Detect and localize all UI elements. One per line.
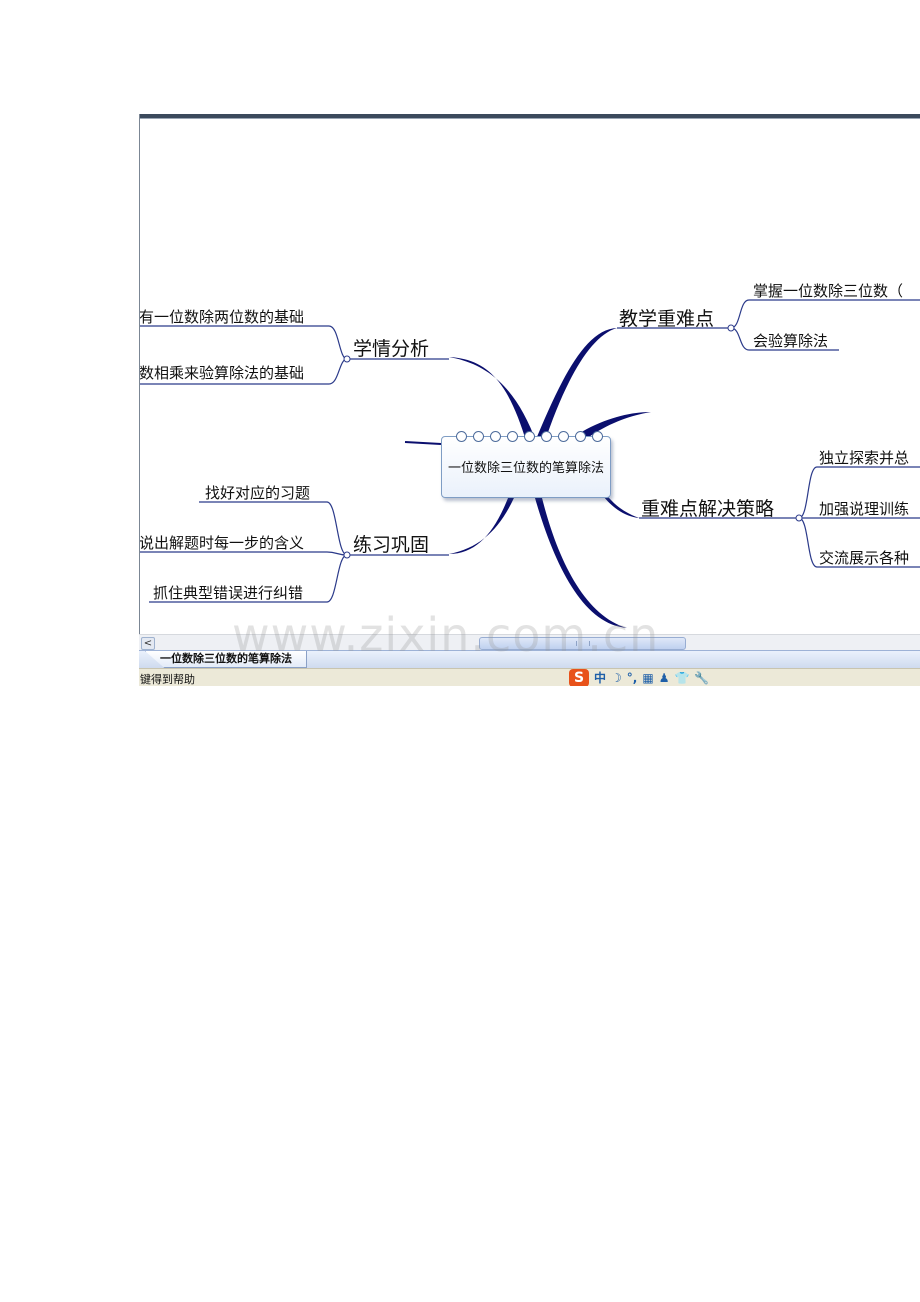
topic-jiaoxue[interactable]: 教学重难点 — [619, 304, 714, 331]
subtopic-xueqing-2[interactable]: 数相乘来验算除法的基础 — [139, 362, 304, 383]
subtopic-jiaoxue-1[interactable]: 掌握一位数除三位数（ — [753, 280, 903, 301]
topic-lianxi[interactable]: 练习巩固 — [353, 530, 429, 557]
status-text: 键得到帮助 — [140, 673, 195, 686]
subtopic-chongnan-3[interactable]: 交流展示各种 — [819, 547, 909, 568]
watermark: www.zixin.com.cn — [232, 608, 660, 662]
ime-mode-label[interactable]: 中 — [594, 669, 606, 686]
topic-xueqing[interactable]: 学情分析 — [353, 334, 429, 361]
central-topic[interactable]: 一位数除三位数的笔算除法 — [441, 431, 611, 498]
subtopic-xueqing-1[interactable]: 有一位数除两位数的基础 — [139, 306, 304, 327]
status-bar: 键得到帮助 S 中 ☽ °, ▦ ♟ 👕 🔧 — [139, 668, 920, 686]
punctuation-icon[interactable]: °, — [627, 669, 638, 686]
branch-extra-left — [404, 441, 442, 445]
shirt-icon[interactable]: 👕 — [674, 669, 689, 686]
mindmap-canvas[interactable]: 一位数除三位数的笔算除法 学情分析 教学重难点 练习巩固 重难点解决策略 有一位… — [139, 114, 920, 634]
keyboard-icon[interactable]: ▦ — [642, 669, 653, 686]
ime-toolbar[interactable]: S 中 ☽ °, ▦ ♟ 👕 🔧 — [569, 669, 709, 686]
branch-extra-bottom — [529, 476, 627, 628]
window-top-border — [139, 114, 920, 119]
moon-icon[interactable]: ☽ — [611, 669, 622, 686]
app-screenshot: 一位数除三位数的笔算除法 学情分析 教学重难点 练习巩固 重难点解决策略 有一位… — [139, 114, 920, 686]
subtopic-lianxi-2[interactable]: 说出解题时每一步的含义 — [139, 532, 304, 553]
subtopic-lianxi-3[interactable]: 抓住典型错误进行纠错 — [153, 582, 303, 603]
user-icon[interactable]: ♟ — [659, 669, 670, 686]
subtopic-jiaoxue-2[interactable]: 会验算除法 — [753, 330, 828, 351]
subtopic-lianxi-1[interactable]: 找好对应的习题 — [205, 482, 310, 503]
scroll-left-arrow-icon[interactable]: < — [141, 637, 155, 650]
wrench-icon[interactable]: 🔧 — [694, 669, 709, 686]
central-topic-label: 一位数除三位数的笔算除法 — [447, 461, 604, 476]
topic-chongnan[interactable]: 重难点解决策略 — [641, 494, 774, 521]
window-left-border — [139, 114, 140, 634]
subtopic-chongnan-1[interactable]: 独立探索并总 — [819, 447, 909, 468]
sogou-logo-icon[interactable]: S — [569, 669, 589, 686]
subtopic-chongnan-2[interactable]: 加强说理训练 — [819, 498, 909, 519]
spiral-binding — [456, 431, 603, 442]
